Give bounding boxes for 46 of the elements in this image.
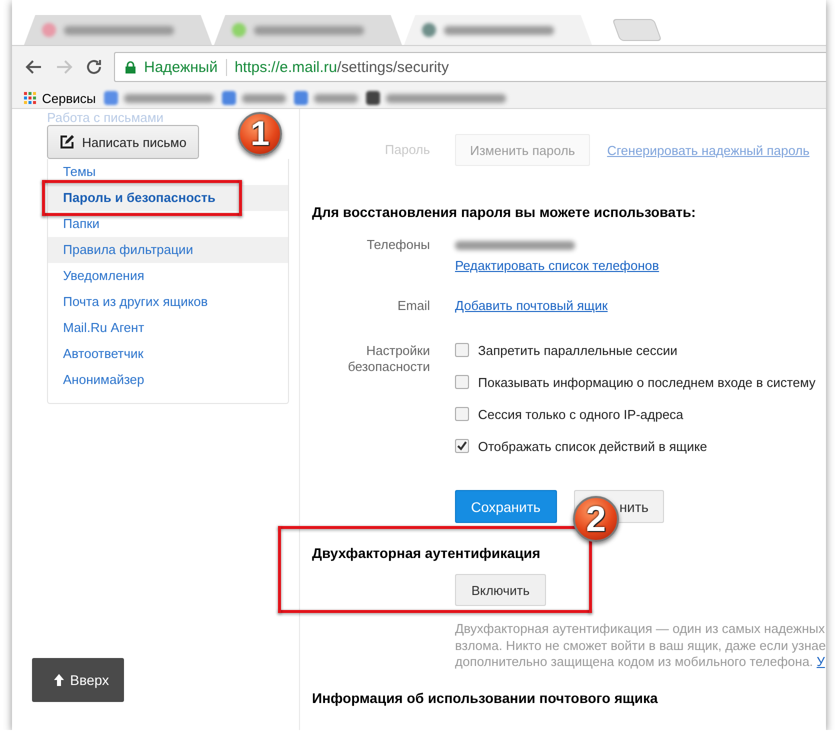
section-heading: Для восстановления пароля вы можете использовать:: [312, 204, 697, 220]
option-label: Сессия только с одного IP-адреса: [478, 406, 684, 422]
option-label: Запретить параллельные сессии: [478, 342, 678, 358]
checkbox[interactable]: [455, 343, 469, 357]
address-bar[interactable]: Надежный https://e.mail.ru/settings/security: [114, 52, 826, 82]
option-label: Отображать список действий в ящике: [478, 438, 708, 454]
menu-item[interactable]: Уведомления: [48, 263, 288, 289]
option-label: Показывать информацию о последнем входе в систему: [478, 374, 816, 390]
menu-item[interactable]: Автоответчик: [48, 341, 288, 367]
bookmark-item[interactable]: [366, 91, 506, 105]
scroll-top-button[interactable]: Вверх: [32, 658, 124, 702]
menu-item[interactable]: Почта из других ящиков: [48, 289, 288, 315]
menu-item[interactable]: Темы: [48, 159, 288, 185]
menu-item[interactable]: Правила фильтрации: [48, 237, 288, 263]
section-heading: Двухфакторная аутентификация: [312, 545, 542, 561]
compose-button[interactable]: Написать письмо: [47, 125, 200, 159]
lock-icon: [125, 60, 136, 74]
edit-phones-link[interactable]: Редактировать список телефонов: [455, 258, 660, 273]
change-password-button[interactable]: Изменить пароль: [455, 134, 590, 166]
field-label: Телефоны: [366, 237, 430, 253]
url-text: https://e.mail.ru/settings/security: [234, 58, 449, 76]
more-link[interactable]: У: [816, 654, 825, 669]
checkbox[interactable]: [455, 407, 469, 421]
apps-grid-icon: [24, 92, 36, 104]
add-mailbox-link[interactable]: Добавить почтовый ящик: [455, 298, 608, 313]
security-label: Надежный: [144, 58, 227, 76]
menu-item[interactable]: Mail.Ru Агент: [48, 315, 288, 341]
checkbox[interactable]: [455, 439, 469, 453]
save-button[interactable]: Сохранить: [455, 490, 557, 523]
checkbox[interactable]: [455, 375, 469, 389]
edit-icon: [60, 135, 74, 149]
menu-item[interactable]: Анонимайзер: [48, 367, 288, 393]
step-number: 1: [238, 112, 282, 156]
description-text: Двухфакторная аутентификация — один из самых надежных взлома. Никто не сможет войти в ваш ящик, даже если узнае дополнительно защищена кодом из мобильного телефона. У: [455, 621, 826, 670]
field-label: Настройки безопасности: [346, 343, 430, 375]
menu-item[interactable]: Пароль и безопасность: [48, 185, 288, 211]
section-heading: Информация об использовании почтового ящика: [312, 690, 659, 706]
reload-icon[interactable]: [84, 57, 104, 77]
menu-item[interactable]: Папки: [48, 211, 288, 237]
field-label: Email: [397, 298, 430, 314]
section-title: Работа с письмами: [47, 111, 165, 125]
generate-password-link[interactable]: Сгенерировать надежный пароль: [607, 142, 810, 158]
step-number: 2: [573, 496, 619, 542]
enable-button[interactable]: Включить: [455, 574, 546, 606]
bookmark-label[interactable]: Сервисы: [42, 90, 96, 106]
up-arrow-icon: [54, 674, 64, 686]
